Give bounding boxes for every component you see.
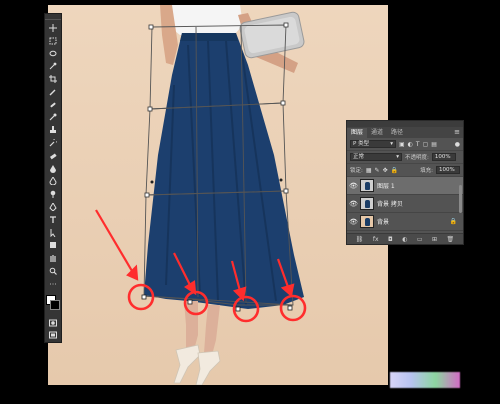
adjustment-layer-icon[interactable]: ◐ <box>402 236 407 243</box>
layer-thumbnail <box>360 179 374 192</box>
screen-mode-icon[interactable] <box>46 330 60 341</box>
opacity-value: 100% <box>434 154 451 160</box>
layer-thumbnail <box>360 197 374 210</box>
lock-image-icon[interactable]: ✎ <box>375 167 380 174</box>
blur-tool-icon[interactable] <box>46 176 60 187</box>
filter-type-icon[interactable]: T <box>416 141 420 148</box>
tab-layers[interactable]: 图层 <box>347 128 368 138</box>
link-layers-icon[interactable]: ⛓ <box>356 236 364 243</box>
tab-channels[interactable]: 通道 <box>367 128 387 138</box>
layer-row-background[interactable]: 👁 背景 🔒 <box>347 213 463 231</box>
fill-input[interactable]: 100% <box>436 166 460 174</box>
filter-pixel-icon[interactable]: ▣ <box>399 141 405 148</box>
history-brush-tool-icon[interactable] <box>46 138 60 149</box>
tools-panel: ··· <box>44 13 62 343</box>
fill-value: 100% <box>439 167 455 173</box>
trash-icon[interactable]: 🗑 <box>447 236 455 243</box>
eraser-tool-icon[interactable] <box>46 151 60 162</box>
layer-name: 背景 <box>377 219 390 226</box>
filter-adjust-icon[interactable]: ◐ <box>408 141 413 148</box>
filter-smart-icon[interactable]: ▤ <box>431 141 437 148</box>
layer-filter-select[interactable]: P 类型 ▾ <box>350 140 396 148</box>
opacity-input[interactable]: 100% <box>431 153 456 161</box>
background-color-swatch[interactable] <box>50 299 60 310</box>
fill-label: 填充: <box>420 168 433 174</box>
quick-select-tool-icon[interactable] <box>46 61 60 72</box>
color-swatches[interactable] <box>45 294 61 312</box>
layer-thumbnail <box>360 215 374 228</box>
add-mask-icon[interactable]: ◘ <box>388 236 393 243</box>
path-select-tool-icon[interactable] <box>46 228 60 239</box>
visibility-eye-icon[interactable]: 👁 <box>349 200 358 208</box>
panel-tabs: 图层 通道 路径 ≡ <box>347 127 463 138</box>
healing-brush-tool-icon[interactable] <box>46 100 60 111</box>
more-tools-icon[interactable]: ··· <box>46 279 60 290</box>
blend-row: 正常 ▾ 不透明度: 100% <box>347 151 463 164</box>
layer-row-background-copy[interactable]: 👁 背景 拷贝 <box>347 195 463 213</box>
crop-tool-icon[interactable] <box>46 74 60 85</box>
opacity-label: 不透明度: <box>405 155 429 161</box>
lasso-tool-icon[interactable] <box>46 49 60 60</box>
dodge-tool-icon[interactable] <box>46 189 60 200</box>
clone-stamp-tool-icon[interactable] <box>46 125 60 136</box>
layer-name: 图层 1 <box>377 183 395 190</box>
filter-row: P 类型 ▾ ▣ ◐ T ▢ ▤ ● <box>347 138 463 151</box>
chevron-down-icon: ▾ <box>396 154 399 160</box>
panel-footer: ⛓ fx ◘ ◐ ▭ ⊞ 🗑 <box>347 233 463 244</box>
layers-panel: 图层 通道 路径 ≡ P 类型 ▾ ▣ ◐ T ▢ ▤ ● 正常 ▾ 不透明度:… <box>346 120 464 245</box>
photo-image <box>48 5 388 385</box>
brush-tool-icon[interactable] <box>46 112 60 123</box>
pen-tool-icon[interactable] <box>46 202 60 213</box>
lock-label: 锁定: <box>350 168 363 174</box>
color-gradient-strip <box>390 372 460 388</box>
filter-shape-icon[interactable]: ▢ <box>423 141 429 148</box>
shape-tool-icon[interactable] <box>46 240 60 251</box>
blend-mode-value: 正常 <box>353 154 365 160</box>
lock-position-icon[interactable]: ✥ <box>383 167 388 174</box>
filter-toggle-icon[interactable]: ● <box>455 141 460 148</box>
tab-paths[interactable]: 路径 <box>387 128 407 138</box>
panel-menu-icon[interactable]: ≡ <box>454 128 460 136</box>
filter-label: P 类型 <box>353 141 370 147</box>
gradient-tool-icon[interactable] <box>46 164 60 175</box>
eyedropper-tool-icon[interactable] <box>46 87 60 98</box>
move-tool-icon[interactable] <box>46 23 60 34</box>
visibility-eye-icon[interactable]: 👁 <box>349 182 358 190</box>
lock-all-icon[interactable]: 🔒 <box>391 167 398 174</box>
lock-row: 锁定: ▦ ✎ ✥ 🔒 填充: 100% <box>347 164 463 177</box>
new-group-icon[interactable]: ▭ <box>417 236 423 243</box>
toolbar-grip[interactable] <box>45 14 61 20</box>
visibility-eye-icon[interactable]: 👁 <box>349 218 358 226</box>
new-layer-icon[interactable]: ⊞ <box>432 236 437 243</box>
blend-mode-select[interactable]: 正常 ▾ <box>350 153 402 161</box>
layer-name: 背景 拷贝 <box>377 201 403 208</box>
photo-illustration <box>95 5 307 385</box>
zoom-tool-icon[interactable] <box>46 266 60 277</box>
fx-icon[interactable]: fx <box>373 236 379 243</box>
panel-scrollbar[interactable] <box>459 185 462 213</box>
type-tool-icon[interactable] <box>46 215 60 226</box>
lock-transparency-icon[interactable]: ▦ <box>366 167 372 174</box>
lock-icon: 🔒 <box>449 218 457 225</box>
layer-row-layer-1[interactable]: 👁 图层 1 <box>347 177 463 195</box>
marquee-tool-icon[interactable] <box>46 36 60 47</box>
hand-tool-icon[interactable] <box>46 253 60 264</box>
chevron-down-icon: ▾ <box>390 141 393 147</box>
quick-mask-icon[interactable] <box>46 318 60 329</box>
